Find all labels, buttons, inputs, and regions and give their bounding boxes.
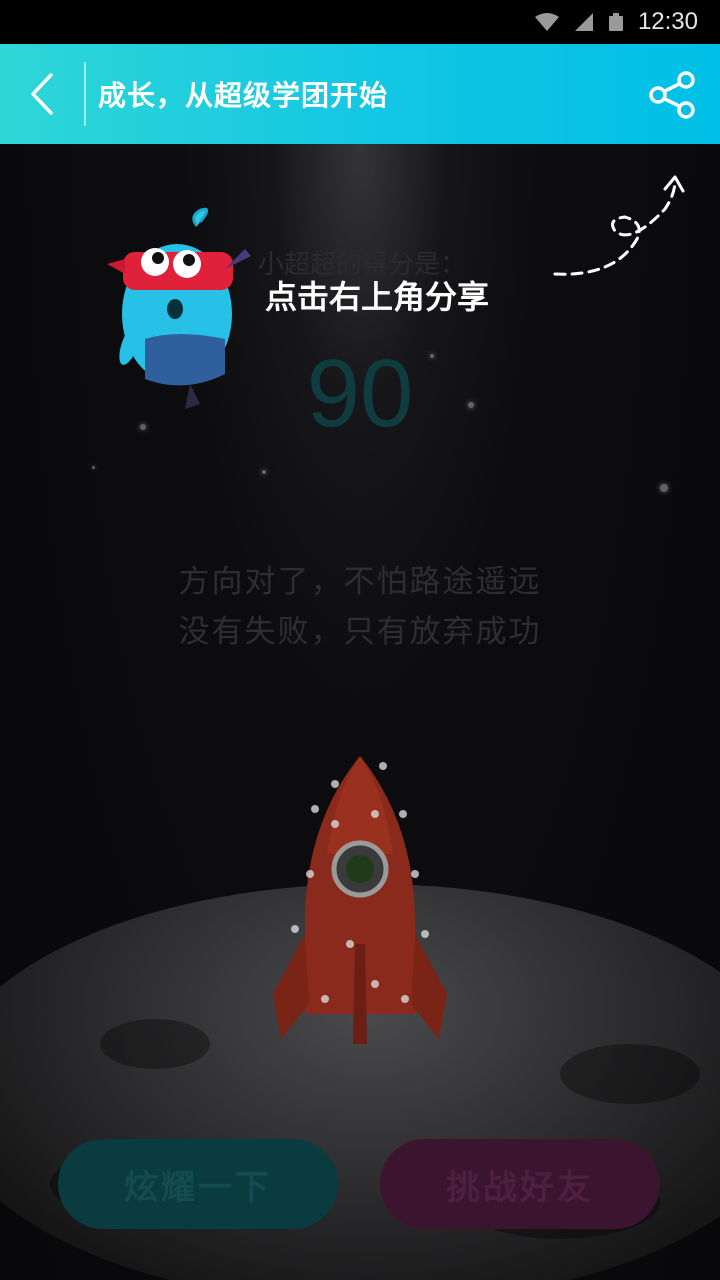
app-bar: 成长，从超级学团开始 <box>0 44 720 144</box>
star <box>92 466 95 469</box>
quote-line-1: 方向对了，不怕路途遥远 <box>178 564 542 600</box>
star <box>660 484 668 492</box>
crater <box>100 1019 210 1069</box>
share-button[interactable] <box>648 70 698 120</box>
signal-icon <box>574 13 593 31</box>
back-arrow-icon <box>31 73 53 115</box>
star <box>262 470 266 474</box>
page-title: 成长，从超级学团开始 <box>98 79 389 112</box>
crater <box>560 1044 700 1104</box>
status-bar: 12:30 <box>0 0 720 44</box>
back-button[interactable] <box>0 62 86 126</box>
status-icons: 12:30 <box>534 0 698 44</box>
wifi-icon <box>534 13 559 31</box>
status-time: 12:30 <box>637 8 698 35</box>
score-value: 90 <box>306 340 414 447</box>
battery-icon <box>608 13 623 31</box>
dashed-arrow-icon <box>553 175 685 276</box>
rocket-image <box>273 756 447 1044</box>
quote-line-2: 没有失败，只有放弃成功 <box>178 614 542 650</box>
result-screen: 小超超的得分是： 点击右上角分享 90 方向对了，不怕路途遥远 没有失败，只有放… <box>0 144 720 1280</box>
challenge-friend-button[interactable]: 挑战好友 <box>380 1139 660 1229</box>
show-off-button[interactable]: 炫耀一下 <box>58 1139 338 1229</box>
share-icon <box>649 71 695 119</box>
share-hint: 点击右上角分享 <box>265 278 490 316</box>
